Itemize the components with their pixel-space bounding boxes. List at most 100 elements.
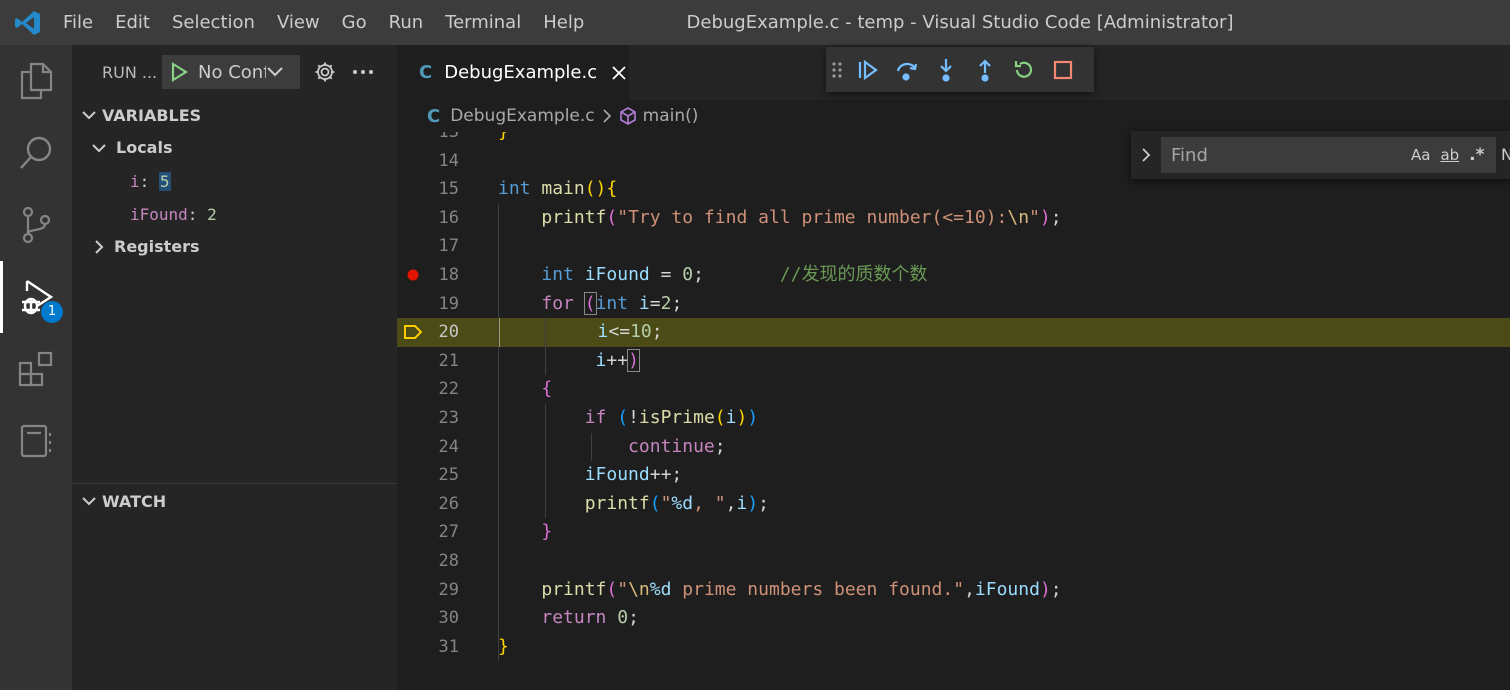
line-number: 26 [438, 493, 459, 514]
code-line: 23 if (!isPrime(i)) [397, 404, 1510, 433]
stack-frame-arrow-icon [403, 318, 423, 347]
drag-handle-icon[interactable] [826, 61, 848, 79]
locals-label: Locals [116, 138, 173, 157]
chevron-down-icon [92, 143, 106, 152]
variables-section-header[interactable]: VARIABLES [72, 100, 397, 130]
code-line: 18 int iFound = 0; //发现的质数个数 [397, 261, 1510, 290]
code-editor[interactable]: 13 } 14 15 int main(){ 16 printf("Try to… [397, 132, 1510, 690]
match-case-toggle[interactable]: Aa [1411, 146, 1430, 164]
debug-configuration-select[interactable]: No Configurations [162, 55, 300, 89]
more-actions-icon[interactable] [352, 69, 374, 75]
code-text: printf("Try to find all prime number(<=1… [541, 206, 1062, 228]
code-text: int main(){ [498, 178, 618, 200]
chevron-down-icon [82, 497, 96, 506]
menu-help[interactable]: Help [532, 0, 595, 45]
menu-go[interactable]: Go [331, 0, 378, 45]
code-line: 16 printf("Try to find all prime number(… [397, 204, 1510, 233]
menu-selection[interactable]: Selection [161, 0, 266, 45]
code-line: 27 } [397, 518, 1510, 547]
code-text: printf("%d, ",i); [584, 492, 769, 514]
code-text: if (!isPrime(i)) [584, 407, 759, 428]
chevron-down-icon [82, 111, 96, 120]
breadcrumb-file[interactable]: DebugExample.c [450, 106, 594, 126]
title-bar: File Edit Selection View Go Run Terminal… [0, 0, 1510, 45]
close-icon[interactable] [611, 65, 627, 81]
code-line: 21 i++) [397, 347, 1510, 376]
line-number: 13 [438, 132, 459, 142]
tab-debugexample-c[interactable]: C DebugExample.c [397, 45, 629, 100]
start-debugging-icon[interactable] [170, 62, 188, 82]
run-debug-icon[interactable]: 1 [0, 261, 72, 333]
line-number: 25 [438, 465, 459, 486]
find-input[interactable] [1171, 144, 1401, 166]
current-execution-line: 20 i<=10; [397, 318, 1510, 347]
vscode-logo-icon[interactable] [0, 0, 55, 45]
step-over-icon [896, 62, 917, 81]
menu-run[interactable]: Run [378, 0, 435, 45]
run-toolbar: RUN ... No Configurations [72, 53, 397, 91]
code-text: printf("\n%d prime numbers been found.",… [541, 578, 1062, 600]
configuration-name: No Configurations [198, 61, 266, 83]
stop-button[interactable] [1043, 50, 1082, 90]
search-icon[interactable] [0, 117, 72, 189]
chevron-down-icon [267, 67, 283, 77]
notebook-icon[interactable] [0, 405, 72, 477]
code-line: 25 iFound++; [397, 461, 1510, 490]
locals-scope[interactable]: Locals [92, 131, 172, 164]
explorer-icon[interactable] [0, 45, 72, 117]
menu-terminal[interactable]: Terminal [434, 0, 532, 45]
registers-scope[interactable]: Registers [94, 230, 200, 263]
line-number: 21 [438, 350, 459, 371]
variable-value: 5 [158, 172, 171, 191]
code-line: 24 continue; [397, 433, 1510, 462]
run-view-title: RUN ... [102, 62, 158, 82]
extensions-icon[interactable] [0, 333, 72, 405]
whole-word-toggle[interactable]: ab [1440, 146, 1459, 164]
section-divider [72, 483, 397, 484]
breakpoint-icon[interactable] [403, 261, 423, 290]
chevron-right-icon [95, 239, 104, 254]
step-into-button[interactable] [926, 50, 965, 90]
watch-section-header[interactable]: WATCH [72, 486, 397, 516]
step-out-icon [978, 58, 991, 82]
code-text: iFound++; [584, 464, 683, 486]
variable-row[interactable]: iFound: 2 [130, 198, 217, 231]
find-overflow-text: N [1501, 145, 1510, 164]
restart-button[interactable] [1004, 50, 1043, 90]
code-line: 19 for (int i=2; [397, 290, 1510, 319]
menu-view[interactable]: View [266, 0, 331, 45]
code-line: 31 } [397, 633, 1510, 662]
breadcrumb-symbol[interactable]: main() [643, 106, 699, 126]
variable-value: 2 [207, 205, 217, 224]
regex-toggle[interactable]: .* [1469, 145, 1484, 165]
line-number: 30 [438, 608, 459, 629]
indent-guide [498, 203, 499, 661]
code-text: continue; [628, 435, 726, 457]
line-number: 17 [438, 236, 459, 257]
code-text: { [541, 378, 553, 400]
continue-button[interactable] [848, 50, 887, 90]
line-number: 19 [438, 293, 459, 314]
gear-icon[interactable] [314, 61, 336, 83]
variable-row[interactable]: i: 5 [130, 165, 171, 198]
line-number: 20 [438, 322, 459, 343]
code-text: for (int i=2; [541, 291, 683, 315]
step-out-button[interactable] [965, 50, 1004, 90]
line-number: 18 [438, 265, 459, 285]
code-text: return 0; [541, 607, 639, 629]
code-text: } [498, 132, 509, 147]
find-widget: Aa ab .* N [1131, 131, 1510, 179]
code-text: int iFound = 0; //发现的质数个数 [541, 264, 928, 285]
step-over-button[interactable] [887, 50, 926, 90]
source-control-icon[interactable] [0, 189, 72, 261]
line-number: 31 [438, 636, 459, 657]
chevron-right-icon[interactable] [1141, 147, 1151, 163]
code-line: 17 [397, 232, 1510, 261]
step-into-icon [939, 58, 952, 82]
menu-edit[interactable]: Edit [104, 0, 161, 45]
menu-file[interactable]: File [55, 0, 104, 45]
find-input-box: Aa ab .* [1161, 137, 1496, 173]
line-number: 24 [438, 436, 459, 457]
code-line: 26 printf("%d, ",i); [397, 490, 1510, 519]
tab-label: DebugExample.c [444, 62, 598, 83]
